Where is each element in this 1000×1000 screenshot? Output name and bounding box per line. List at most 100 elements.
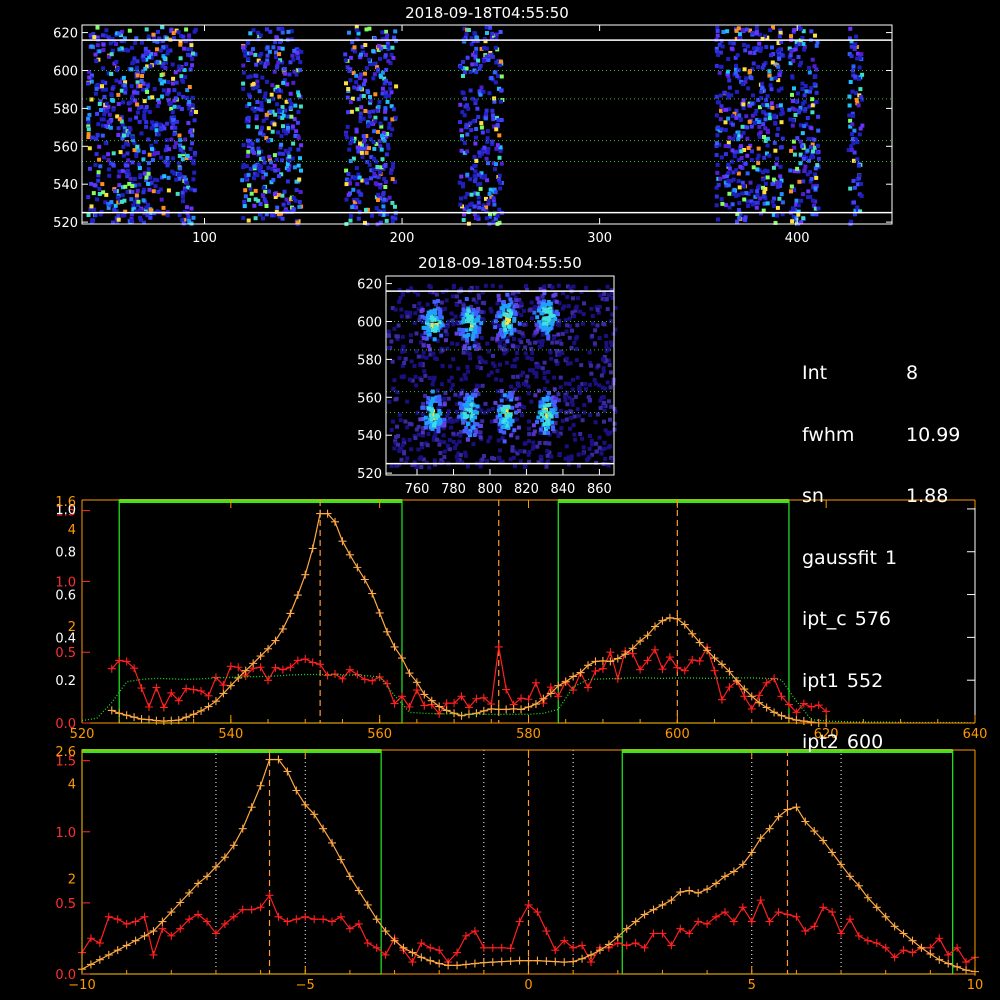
heatmap-pixel: [365, 178, 369, 183]
heatmap-pixel: [450, 318, 455, 323]
heatmap-pixel: [184, 27, 189, 32]
heatmap-pixel: [252, 164, 257, 169]
heatmap-pixel: [111, 163, 116, 168]
heatmap-pixel: [421, 343, 426, 348]
heatmap-pixel: [480, 419, 485, 424]
y-tick-label: 540: [357, 429, 382, 444]
heatmap-pixel: [150, 120, 155, 125]
heatmap-pixel: [408, 333, 413, 338]
heatmap-pixel: [512, 428, 517, 433]
heatmap-pixel: [491, 113, 495, 118]
heatmap-pixel: [413, 311, 418, 316]
heatmap-pixel: [377, 170, 382, 175]
heatmap-pixel: [546, 459, 550, 464]
heatmap-pixel: [852, 185, 857, 190]
heatmap-pixel: [161, 205, 166, 210]
heatmap-pixel: [608, 385, 613, 390]
heatmap-pixel: [495, 389, 500, 394]
heatmap-pixel: [243, 194, 248, 199]
heatmap-pixel: [608, 417, 612, 422]
heatmap-pixel: [497, 133, 502, 138]
heatmap-pixel: [178, 138, 183, 143]
heatmap-pixel: [426, 332, 431, 337]
heatmap-pixel: [268, 29, 273, 34]
heatmap-pixel: [770, 60, 775, 65]
heatmap-pixel: [475, 422, 480, 427]
heatmap-pixel: [359, 146, 364, 151]
heatmap-pixel: [355, 28, 360, 33]
heatmap-pixel: [366, 124, 371, 129]
heatmap-pixel: [765, 143, 770, 148]
heatmap-pixel: [387, 399, 392, 404]
heatmap-pixel: [113, 203, 118, 208]
heatmap-pixel: [568, 361, 573, 366]
heatmap-pixel: [187, 100, 192, 104]
heatmap-pixel: [514, 396, 519, 401]
heatmap-pixel: [118, 150, 123, 155]
heatmap-pixel: [501, 300, 506, 305]
heatmap-pixel: [371, 49, 376, 54]
heatmap-pixel: [155, 178, 160, 183]
heatmap-pixel: [563, 398, 568, 403]
heatmap-pixel: [281, 113, 286, 118]
heatmap-pixel: [388, 170, 393, 175]
heatmap-pixel: [459, 377, 464, 382]
heatmap-pixel: [371, 140, 376, 145]
heatmap-pixel: [513, 463, 517, 468]
heatmap-pixel: [418, 363, 423, 367]
y-tick-label: 620: [357, 278, 382, 293]
heatmap-pixel: [111, 107, 116, 112]
heatmap-pixel: [100, 79, 105, 84]
heatmap-pixel: [715, 133, 720, 138]
heatmap-pixel: [187, 106, 192, 111]
heatmap-pixel: [100, 133, 105, 138]
heatmap-pixel: [814, 99, 819, 104]
heatmap-pixel: [95, 197, 99, 202]
heatmap-pixel: [92, 35, 97, 40]
heatmap-pixel: [542, 422, 547, 427]
heatmap-pixel: [267, 49, 272, 54]
heatmap-pixel: [529, 357, 534, 362]
heatmap-pixel: [814, 90, 819, 95]
heatmap-pixel: [255, 84, 260, 89]
heatmap-pixel: [433, 356, 438, 361]
heatmap-pixel: [790, 219, 795, 224]
heatmap-pixel: [569, 399, 574, 404]
heatmap-pixel: [296, 163, 301, 168]
heatmap-pixel: [106, 120, 111, 124]
heatmap-pixel: [775, 156, 780, 161]
heatmap-pixel: [499, 74, 504, 79]
heatmap-pixel: [483, 401, 488, 406]
heatmap-pixel: [466, 28, 471, 32]
heatmap-pixel: [777, 34, 782, 39]
heatmap-pixel: [802, 169, 807, 174]
heatmap-pixel: [148, 208, 153, 213]
heatmap-pixel: [287, 72, 292, 77]
heatmap-pixel: [493, 45, 498, 50]
heatmap-pixel: [522, 405, 527, 410]
heatmap-pixel: [280, 105, 285, 110]
heatmap-pixel: [258, 33, 263, 38]
heatmap-pixel: [804, 89, 809, 94]
heatmap-pixel: [727, 85, 732, 90]
heatmap-pixel: [171, 156, 176, 161]
heatmap-pixel: [408, 377, 412, 382]
y-top-label: 1.6: [55, 495, 76, 510]
heatmap-pixel: [251, 86, 256, 91]
heatmap-pixel: [536, 415, 541, 420]
heatmap-pixel: [567, 382, 572, 386]
heatmap-pixel: [739, 144, 743, 149]
heatmap-pixel: [751, 93, 755, 98]
heatmap-pixel: [376, 129, 380, 134]
heatmap-pixel: [569, 345, 574, 350]
heatmap-pixel: [281, 124, 285, 129]
heatmap-pixel: [274, 157, 279, 162]
heatmap-pixel: [261, 118, 266, 123]
heatmap-pixel: [390, 200, 395, 205]
heatmap-pixel: [382, 81, 387, 86]
heatmap-pixel: [165, 213, 170, 218]
heatmap-pixel: [176, 105, 181, 110]
heatmap-pixel: [486, 439, 491, 444]
heatmap-pixel: [480, 383, 485, 388]
heatmap-pixel: [857, 173, 862, 178]
